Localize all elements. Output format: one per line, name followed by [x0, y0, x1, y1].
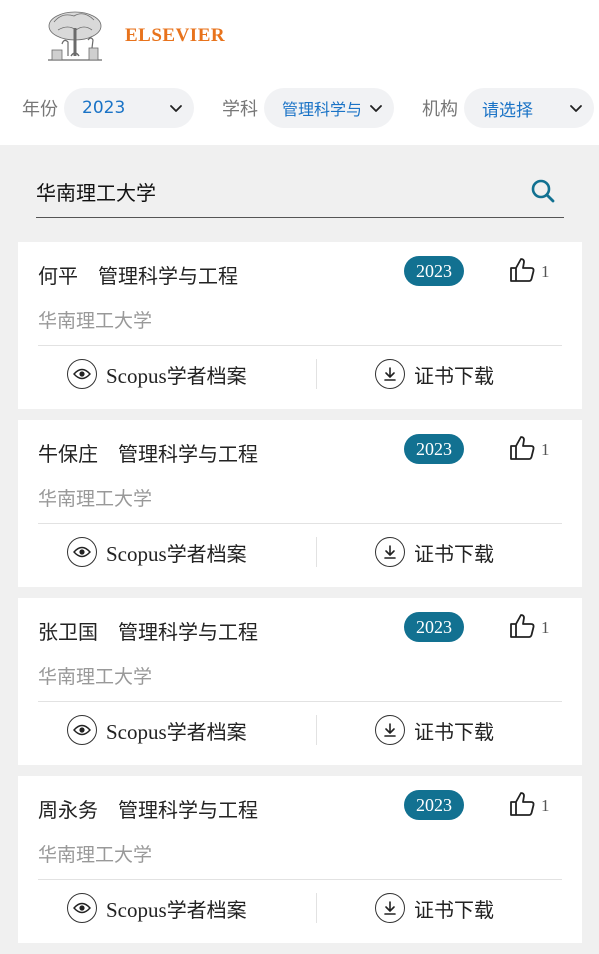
- scholar-name: 周永务: [38, 798, 98, 822]
- year-badge: 2023: [404, 790, 464, 820]
- institution-filter-label: 机构: [422, 99, 458, 120]
- scopus-profile-button[interactable]: Scopus学者档案: [67, 712, 247, 748]
- scholar-card: 牛保庄 管理科学与工程 2023 1 华南理工大学 Scopus学者档案 证书下载: [18, 420, 582, 587]
- download-icon: [375, 893, 405, 923]
- download-icon: [375, 715, 405, 745]
- profile-label-cn: 学者档案: [166, 897, 247, 922]
- scholar-subject: 管理科学与工程: [118, 798, 258, 822]
- scholar-institution: 华南理工大学: [38, 666, 153, 688]
- download-icon: [375, 537, 405, 567]
- scopus-profile-button[interactable]: Scopus学者档案: [67, 534, 247, 570]
- profile-label-latin: Scopus: [106, 897, 167, 922]
- scholar-card: 何平 管理科学与工程 2023 1 华南理工大学 Scopus学者档案 证书下载: [18, 242, 582, 409]
- eye-icon: [67, 893, 97, 923]
- scholar-subject: 管理科学与工程: [118, 442, 258, 466]
- search-bar: [36, 166, 564, 218]
- scholar-name: 张卫国: [38, 620, 98, 644]
- profile-label-latin: Scopus: [106, 541, 167, 566]
- like-count: 1: [541, 262, 550, 281]
- eye-icon: [67, 359, 97, 389]
- scholar-heading: 张卫国 管理科学与工程: [38, 616, 258, 645]
- divider: [38, 523, 562, 524]
- subject-filter-label: 学科: [222, 99, 258, 120]
- like-count: 1: [541, 440, 550, 459]
- profile-label-cn: 学者档案: [166, 719, 247, 744]
- scholar-name: 牛保庄: [38, 442, 98, 466]
- certificate-download-button[interactable]: 证书下载: [375, 712, 494, 748]
- search-input[interactable]: [36, 174, 506, 208]
- thumbs-up-icon[interactable]: [508, 256, 536, 284]
- scopus-profile-button[interactable]: Scopus学者档案: [67, 356, 247, 392]
- divider: [316, 893, 317, 923]
- eye-icon: [67, 715, 97, 745]
- scholar-name: 何平: [38, 264, 78, 288]
- divider: [316, 537, 317, 567]
- profile-label-cn: 学者档案: [166, 363, 247, 388]
- year-badge: 2023: [404, 612, 464, 642]
- divider: [38, 345, 562, 346]
- thumbs-up-icon[interactable]: [508, 612, 536, 640]
- like-count: 1: [541, 796, 550, 815]
- thumbs-up-icon[interactable]: [508, 790, 536, 818]
- scholar-subject: 管理科学与工程: [98, 264, 238, 288]
- divider: [316, 359, 317, 389]
- scholar-institution: 华南理工大学: [38, 310, 153, 332]
- chevron-down-icon: [570, 105, 582, 112]
- chevron-down-icon: [170, 105, 182, 112]
- subject-select-value: 管理科学与工: [282, 100, 360, 119]
- divider: [38, 879, 562, 880]
- institution-select[interactable]: 请选择: [464, 88, 594, 128]
- scopus-profile-button[interactable]: Scopus学者档案: [67, 890, 247, 926]
- certificate-download-button[interactable]: 证书下载: [375, 534, 494, 570]
- search-icon[interactable]: [530, 178, 556, 204]
- scholar-card: 周永务 管理科学与工程 2023 1 华南理工大学 Scopus学者档案 证书下载: [18, 776, 582, 943]
- download-label: 证书下载: [414, 897, 494, 922]
- year-badge: 2023: [404, 256, 464, 286]
- profile-label-latin: Scopus: [106, 363, 167, 388]
- year-select[interactable]: 2023: [64, 88, 194, 128]
- download-label: 证书下载: [414, 719, 494, 744]
- profile-label-latin: Scopus: [106, 719, 167, 744]
- scholar-heading: 何平 管理科学与工程: [38, 260, 238, 289]
- institution-select-value: 请选择: [482, 100, 533, 121]
- download-label: 证书下载: [414, 363, 494, 388]
- download-label: 证书下载: [414, 541, 494, 566]
- divider: [316, 715, 317, 745]
- download-icon: [375, 359, 405, 389]
- scholar-institution: 华南理工大学: [38, 844, 153, 866]
- subject-select[interactable]: 管理科学与工: [264, 88, 394, 128]
- scholar-subject: 管理科学与工程: [118, 620, 258, 644]
- certificate-download-button[interactable]: 证书下载: [375, 890, 494, 926]
- certificate-download-button[interactable]: 证书下载: [375, 356, 494, 392]
- header: ELSEVIER 年份 2023 学科 管理科学与工 机构 请选择: [0, 0, 599, 145]
- like-count: 1: [541, 618, 550, 637]
- chevron-down-icon: [370, 105, 382, 112]
- brand-name: ELSEVIER: [125, 25, 226, 46]
- year-filter-label: 年份: [22, 99, 58, 120]
- elsevier-tree-logo: [48, 11, 102, 61]
- scholar-institution: 华南理工大学: [38, 488, 153, 510]
- scholar-card: 张卫国 管理科学与工程 2023 1 华南理工大学 Scopus学者档案 证书下载: [18, 598, 582, 765]
- scholar-heading: 周永务 管理科学与工程: [38, 794, 258, 823]
- thumbs-up-icon[interactable]: [508, 434, 536, 462]
- eye-icon: [67, 537, 97, 567]
- profile-label-cn: 学者档案: [166, 541, 247, 566]
- year-select-value: 2023: [82, 98, 126, 118]
- divider: [38, 701, 562, 702]
- year-badge: 2023: [404, 434, 464, 464]
- scholar-heading: 牛保庄 管理科学与工程: [38, 438, 258, 467]
